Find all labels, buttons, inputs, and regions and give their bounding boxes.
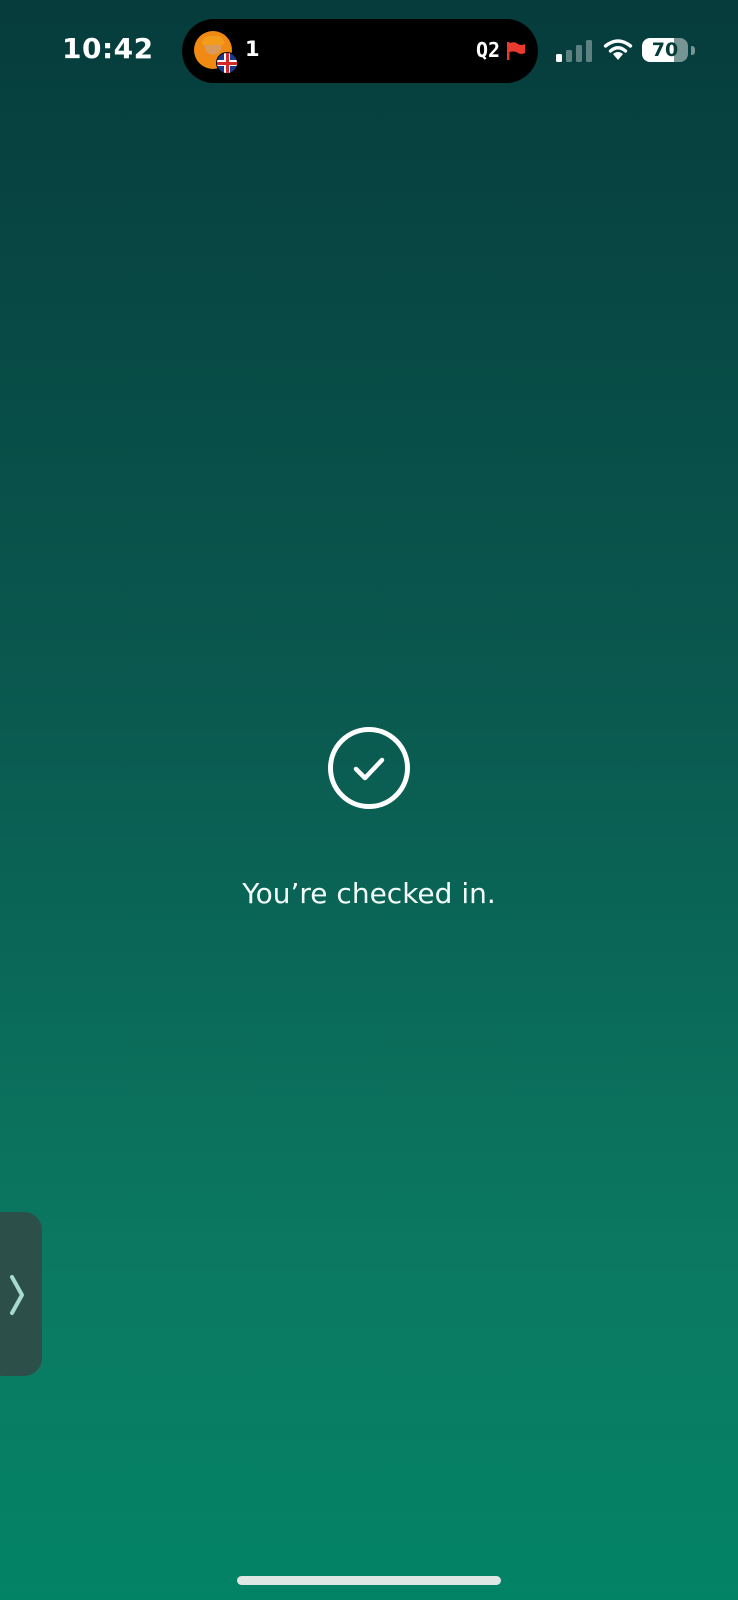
cellular-signal-icon — [556, 40, 592, 62]
wifi-icon — [603, 39, 633, 60]
battery-tip — [691, 46, 695, 55]
checked-in-message: You’re checked in. — [242, 877, 496, 910]
checked-in-screen: 10:42 1 Q2 70 You’re checked in. — [0, 0, 738, 1600]
session-label: Q2 — [476, 38, 501, 62]
status-bar: 10:42 1 Q2 70 — [0, 0, 738, 100]
side-drawer-handle[interactable] — [0, 1212, 42, 1376]
uk-flag-icon — [216, 52, 238, 74]
chevron-right-icon — [10, 1275, 24, 1315]
dynamic-island-live-activity[interactable]: 1 Q2 — [182, 19, 538, 83]
battery-percent: 70 — [651, 39, 679, 61]
race-position: 1 — [245, 37, 260, 61]
red-flag-icon — [507, 42, 525, 60]
home-indicator[interactable] — [237, 1576, 501, 1585]
driver-cap — [202, 36, 224, 45]
check-circle-icon — [328, 727, 410, 809]
battery-icon: 70 — [642, 38, 688, 62]
status-time: 10:42 — [62, 32, 154, 65]
